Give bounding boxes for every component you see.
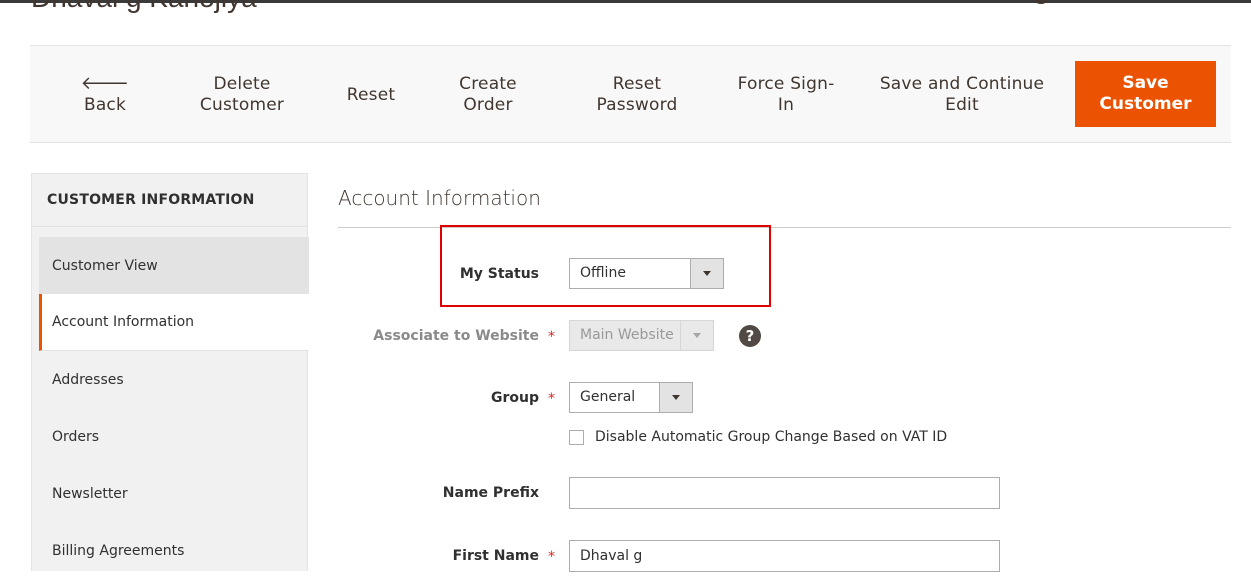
sidebar-item-label: Addresses (52, 371, 124, 388)
group-label: Group (490, 390, 539, 406)
chevron-down-icon (680, 321, 713, 350)
website-value: Main Website (580, 327, 674, 343)
sidebar-item-label: Customer View (52, 257, 158, 274)
save-and-continue-button[interactable]: Save and Continue Edit (872, 46, 1052, 144)
search-icon[interactable] (1028, 0, 1050, 4)
notifications-icon[interactable] (1080, 0, 1102, 4)
sidebar-item-newsletter[interactable]: Newsletter (39, 465, 309, 522)
sidebar-item-addresses[interactable]: Addresses (39, 351, 309, 408)
sidebar-title: CUSTOMER INFORMATION (47, 192, 255, 208)
chevron-down-icon (690, 259, 723, 288)
back-button[interactable]: 🡐 Back (60, 46, 150, 144)
reset-password-button[interactable]: Reset Password (580, 46, 694, 144)
first-name-label: First Name (452, 548, 539, 564)
website-select: Main Website (569, 320, 714, 351)
save-customer-button[interactable]: Save Customer (1075, 61, 1216, 127)
my-status-select[interactable]: Offline (569, 258, 724, 289)
force-sign-in-button[interactable]: Force Sign- In (726, 46, 846, 144)
sidebar-item-label: Orders (52, 428, 100, 445)
sidebar-item-account-information[interactable]: Account Information (39, 294, 309, 351)
section-title: Account Information (338, 186, 541, 210)
sidebar-item-customer-view[interactable]: Customer View (39, 237, 309, 294)
group-select[interactable]: General (569, 382, 693, 413)
chevron-down-icon (659, 383, 692, 412)
sidebar-item-label: Newsletter (52, 485, 128, 502)
page-title: Dhaval g Kanojiya (31, 0, 257, 14)
disable-group-change-checkbox[interactable] (569, 430, 584, 445)
my-status-label: My Status (459, 266, 539, 282)
required-marker: * (548, 391, 555, 407)
name-prefix-input[interactable] (569, 477, 1000, 509)
customer-info-sidebar: CUSTOMER INFORMATION Customer View Accou… (31, 173, 309, 571)
arrow-left-icon: 🡐 (80, 72, 130, 94)
user-icon[interactable] (1134, 0, 1156, 4)
sidebar-item-label: Account Information (52, 314, 195, 330)
sidebar-item-orders[interactable]: Orders (39, 408, 309, 465)
first-name-input[interactable]: Dhaval g (569, 540, 1000, 572)
sidebar-item-label: Billing Agreements (52, 542, 185, 559)
website-label: Associate to Website (373, 328, 539, 344)
name-prefix-label: Name Prefix (442, 485, 539, 501)
reset-button[interactable]: Reset (330, 46, 412, 144)
help-icon[interactable]: ? (739, 325, 761, 347)
delete-customer-button[interactable]: Delete Customer (182, 46, 302, 144)
sidebar-item-billing-agreements[interactable]: Billing Agreements (39, 522, 309, 579)
required-marker: * (548, 549, 555, 565)
create-order-button[interactable]: Create Order (438, 46, 538, 144)
my-status-value: Offline (580, 265, 626, 281)
page-actions-toolbar: 🡐 Back Delete Customer Reset Create Orde… (30, 45, 1231, 143)
group-value: General (580, 389, 636, 405)
required-marker: * (548, 329, 555, 345)
divider (32, 226, 308, 227)
disable-group-change-label: Disable Automatic Group Change Based on … (595, 429, 948, 445)
header-icons (1028, 0, 1168, 6)
